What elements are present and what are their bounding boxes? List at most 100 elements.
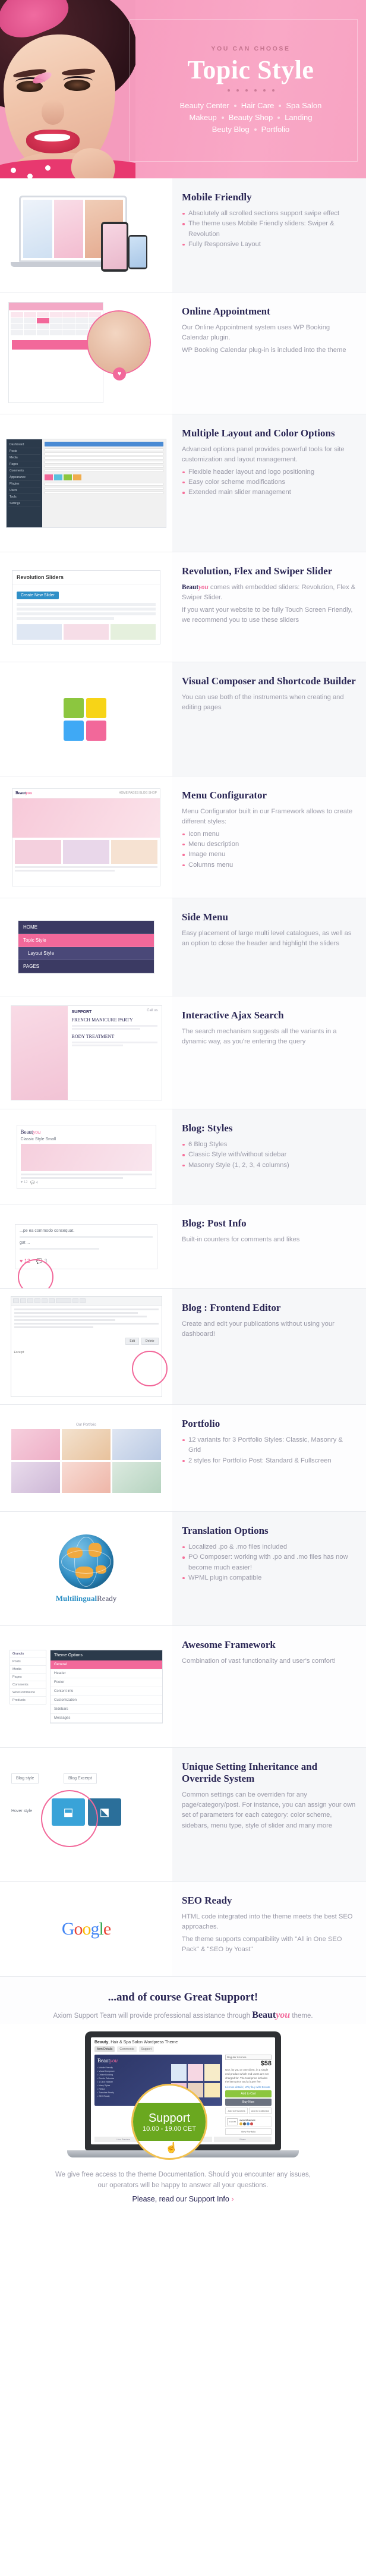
hero-link-hair-care[interactable]: Hair Care bbox=[241, 101, 274, 110]
feature-paragraph-brand: Beautyou comes with embedded sliders: Re… bbox=[182, 583, 356, 603]
hero-link-landing[interactable]: Landing bbox=[285, 113, 312, 122]
menu-item-topic-style[interactable]: Topic Style bbox=[18, 934, 154, 947]
add-to-collection-button[interactable]: Add to Collection bbox=[249, 2108, 272, 2114]
portfolio-mock-caption: Our Portfolio bbox=[76, 1423, 96, 1427]
add-to-cart-button[interactable]: Add to Cart bbox=[225, 2090, 272, 2097]
tab-support[interactable]: Support bbox=[138, 2046, 154, 2052]
feature-side-menu: HOME Topic Style Layout Style PAGES Side… bbox=[0, 898, 366, 996]
hero-eyebrow: YOU CAN CHOOSE bbox=[211, 45, 291, 52]
menu-item-layout-style[interactable]: Layout Style bbox=[18, 947, 154, 960]
brand-logo-text: Beautyou bbox=[252, 2010, 291, 2020]
view-portfolio-button[interactable]: View Portfolio bbox=[225, 2128, 272, 2135]
feature-ajax-search: SUPPORT FRENCH MANICURE PARTY BODY TREAT… bbox=[0, 996, 366, 1109]
envato-purchase-panel: Regular License $58 Use, by you or one c… bbox=[225, 2055, 272, 2135]
theme-options-item[interactable]: Sidebars bbox=[51, 1705, 162, 1714]
bullet-item: Easy color scheme modifications bbox=[182, 477, 356, 487]
separator-dot bbox=[279, 104, 282, 107]
theme-options-item[interactable]: Customization bbox=[51, 1696, 162, 1705]
page-title: Topic Style bbox=[187, 55, 314, 84]
theme-options-item[interactable]: Messages bbox=[51, 1714, 162, 1723]
multilingual-ready-label: MultilingualReady bbox=[55, 1593, 117, 1603]
mock-logo: Beautyou bbox=[20, 1128, 41, 1135]
feature-title: Awesome Framework bbox=[182, 1639, 276, 1650]
editor-mock: Edit Delete Excerpt bbox=[10, 1296, 168, 1397]
closing-line-1: We give free access to the theme Documen… bbox=[55, 2171, 311, 2178]
theme-options-item[interactable]: Header bbox=[51, 1669, 162, 1678]
theme-options-item[interactable]: Footer bbox=[51, 1678, 162, 1687]
bullet-item: Extended main slider management bbox=[182, 487, 356, 498]
feature-blog-styles: Beautyou Classic Style Small ♥ 12 💬 4 Blo… bbox=[0, 1109, 366, 1204]
feature-paragraph: Our Online Appointment system uses WP Bo… bbox=[182, 323, 330, 342]
closing-section: We give free access to the theme Documen… bbox=[0, 2161, 366, 2220]
admin-sidebar: Dashboard Posts Media Pages Comments Appeara… bbox=[7, 439, 42, 527]
create-new-slider-button[interactable]: Create New Slider bbox=[17, 591, 59, 599]
framework-left-item[interactable]: Media bbox=[10, 1666, 46, 1674]
license-select[interactable]: Regular License bbox=[225, 2055, 272, 2060]
feature-title: Blog: Styles bbox=[182, 1122, 233, 1134]
tab-item-details[interactable]: Item Details bbox=[94, 2046, 115, 2052]
seo-illustration: Google bbox=[0, 1882, 172, 1976]
editor-toolbar[interactable] bbox=[11, 1297, 162, 1306]
feature-title: Online Appointment bbox=[182, 306, 270, 317]
highlight-circle bbox=[87, 310, 151, 375]
bullet-item: WPML plugin compatible bbox=[182, 1573, 356, 1583]
envato-tabs[interactable]: Item Details Comments Support bbox=[91, 2046, 275, 2055]
support-info-link[interactable]: Please, read our Support Info › bbox=[132, 2195, 234, 2203]
feature-paragraph: Built-in counters for comments and likes bbox=[182, 1235, 300, 1243]
feature-portfolio: Our Portfolio Portfolio 12 variants for … bbox=[0, 1405, 366, 1512]
hero-link-portfolio[interactable]: Portfolio bbox=[261, 125, 290, 134]
google-logo: Google bbox=[61, 1918, 111, 1939]
color-cubes bbox=[64, 697, 109, 741]
feature-multiple-layout-color: Dashboard Posts Media Pages Comments Appeara… bbox=[0, 414, 366, 552]
delete-button[interactable]: Delete bbox=[141, 1338, 159, 1345]
support-bubble-title: Support bbox=[148, 2111, 191, 2125]
framework-left-item[interactable]: Posts bbox=[10, 1658, 46, 1666]
framework-left-item[interactable]: WooCommerce bbox=[10, 1689, 46, 1697]
translation-illustration: MultilingualReady bbox=[0, 1512, 172, 1625]
hero-link-makeup[interactable]: Makeup bbox=[190, 113, 217, 122]
license-links[interactable]: License details | Why buy with Envato bbox=[225, 2086, 272, 2089]
menu-configurator-illustration: Beautyou HOME PAGES BLOG SHOP bbox=[0, 776, 172, 898]
bullet-item: 12 variants for 3 Portfolio Styles: Clas… bbox=[182, 1435, 356, 1456]
separator-dot bbox=[277, 116, 280, 119]
hero-link-beuty-blog[interactable]: Beuty Blog bbox=[212, 125, 250, 134]
author-name[interactable]: axiomthemes bbox=[239, 2119, 255, 2122]
feature-paragraph: WP Booking Calendar plug-in is included … bbox=[182, 346, 346, 354]
feature-paragraph: The search mechanism suggests all the va… bbox=[182, 1027, 337, 1046]
hero-link-beauty-shop[interactable]: Beauty Shop bbox=[229, 113, 273, 122]
feature-paragraph: Menu Configurator built in our Framework… bbox=[182, 807, 353, 826]
side-menu-illustration: HOME Topic Style Layout Style PAGES bbox=[0, 898, 172, 996]
framework-left-item[interactable]: Comments bbox=[10, 1681, 46, 1689]
menu-item-home[interactable]: HOME bbox=[18, 921, 154, 934]
framework-left-item[interactable]: Pages bbox=[10, 1674, 46, 1681]
buy-now-button[interactable]: Buy Now bbox=[225, 2099, 272, 2106]
mock-logo: Beautyou bbox=[15, 791, 32, 795]
tab-comments[interactable]: Comments bbox=[117, 2046, 137, 2052]
visual-composer-illustration bbox=[0, 662, 172, 776]
feature-title: Multiple Layout and Color Options bbox=[182, 427, 335, 439]
author-logo: AXIOM bbox=[227, 2118, 238, 2125]
theme-options-item[interactable]: Content info bbox=[51, 1687, 162, 1696]
feature-frontend-editor: Edit Delete Excerpt Blog : Frontend Edit… bbox=[0, 1289, 366, 1405]
blog-post-info-illustration: ...pe ea commodo consequat. gat ... ♥ 12… bbox=[0, 1204, 172, 1288]
theme-options-item[interactable]: General bbox=[51, 1660, 162, 1669]
framework-left-item[interactable]: Products bbox=[10, 1697, 46, 1704]
blog-style-label: Blog style bbox=[11, 1773, 39, 1784]
feature-bullets: Absolutely all scrolled sections support… bbox=[182, 209, 356, 250]
framework-illustration: Grandis Posts Media Pages Comments WooCo… bbox=[0, 1626, 172, 1747]
highlight-circle bbox=[41, 1790, 98, 1847]
framework-left-item[interactable]: Grandis bbox=[10, 1650, 46, 1658]
edit-button[interactable]: Edit bbox=[125, 1338, 140, 1345]
feature-title: Unique Setting Inheritance and Override … bbox=[182, 1761, 318, 1784]
menu-item-pages[interactable]: PAGES bbox=[18, 960, 154, 973]
hero-link-spa-salon[interactable]: Spa Salon bbox=[286, 101, 321, 110]
hero-link-beauty-center[interactable]: Beauty Center bbox=[180, 101, 229, 110]
share-button[interactable]: Share bbox=[213, 2137, 272, 2142]
feature-title: Portfolio bbox=[182, 1418, 220, 1429]
feature-bullets: Flexible header layout and logo position… bbox=[182, 467, 356, 498]
site-preview-mock: Beautyou HOME PAGES BLOG SHOP bbox=[12, 788, 160, 886]
feature-paragraph: Easy placement of large multi level cata… bbox=[182, 929, 352, 948]
add-to-favorites-button[interactable]: Add to Favorites bbox=[225, 2108, 248, 2114]
feature-title: Blog: Post Info bbox=[182, 1218, 247, 1229]
theme-options-panel: Theme Options General Header Footer Cont… bbox=[50, 1650, 163, 1723]
